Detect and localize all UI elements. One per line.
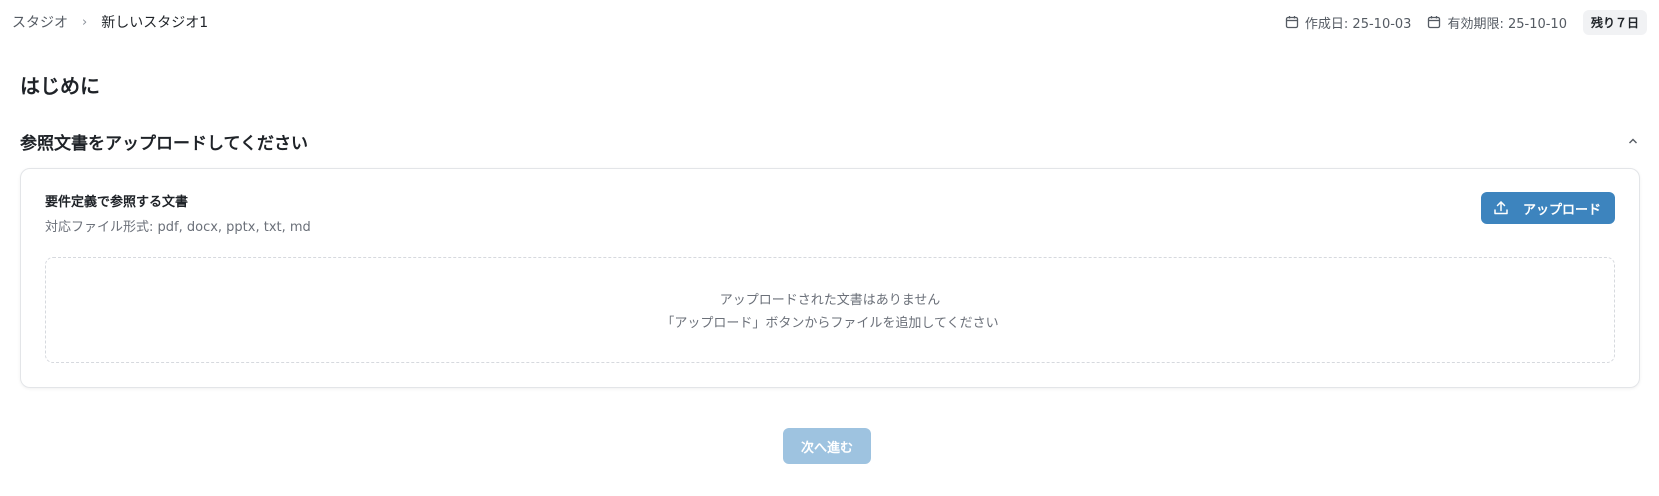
created-date: 作成日: 25-10-03 <box>1285 13 1412 32</box>
expiry-date-text: 有効期限: 25-10-10 <box>1447 16 1567 32</box>
upload-button-label: アップロード <box>1522 202 1601 218</box>
remaining-days-badge: 残り７日 <box>1582 9 1647 35</box>
studio-meta: 作成日: 25-10-03 有効期限: 25-10-10 残り７日 <box>1285 9 1647 35</box>
card-title: 要件定義で参照する文書 <box>45 195 189 210</box>
chevron-right-icon: › <box>82 14 88 30</box>
card-header: 要件定義で参照する文書 対応ファイル形式: pdf, docx, pptx, t… <box>45 191 311 235</box>
breadcrumb-studio-link[interactable]: スタジオ <box>12 12 68 32</box>
document-dropzone[interactable]: アップロードされた文書はありません 「アップロード」ボタンからファイルを追加して… <box>45 257 1615 363</box>
breadcrumb: スタジオ › 新しいスタジオ1 <box>12 12 208 32</box>
breadcrumb-current: 新しいスタジオ1 <box>101 15 209 31</box>
next-button[interactable]: 次へ進む <box>783 428 871 464</box>
page-title: はじめに <box>20 74 100 98</box>
expiry-date: 有効期限: 25-10-10 <box>1427 13 1567 32</box>
calendar-icon <box>1285 16 1299 29</box>
top-bar: スタジオ › 新しいスタジオ1 作成日: 25-10-03 有効期限: 25-1… <box>0 0 1659 44</box>
chevron-up-icon[interactable] <box>1623 131 1643 151</box>
upload-button[interactable]: アップロード <box>1480 192 1615 224</box>
reference-documents-card: 要件定義で参照する文書 対応ファイル形式: pdf, docx, pptx, t… <box>20 168 1640 388</box>
empty-state-line2: 「アップロード」ボタンからファイルを追加してください <box>661 316 999 331</box>
section-title: 参照文書をアップロードしてください <box>20 133 308 154</box>
calendar-icon <box>1428 16 1441 29</box>
upload-section-header[interactable]: 参照文書をアップロードしてください <box>20 124 1643 158</box>
created-date-text: 作成日: 25-10-03 <box>1304 16 1412 32</box>
supported-formats: 対応ファイル形式: pdf, docx, pptx, txt, md <box>45 220 311 235</box>
upload-icon <box>1494 201 1508 215</box>
empty-state-line1: アップロードされた文書はありません <box>719 293 941 308</box>
